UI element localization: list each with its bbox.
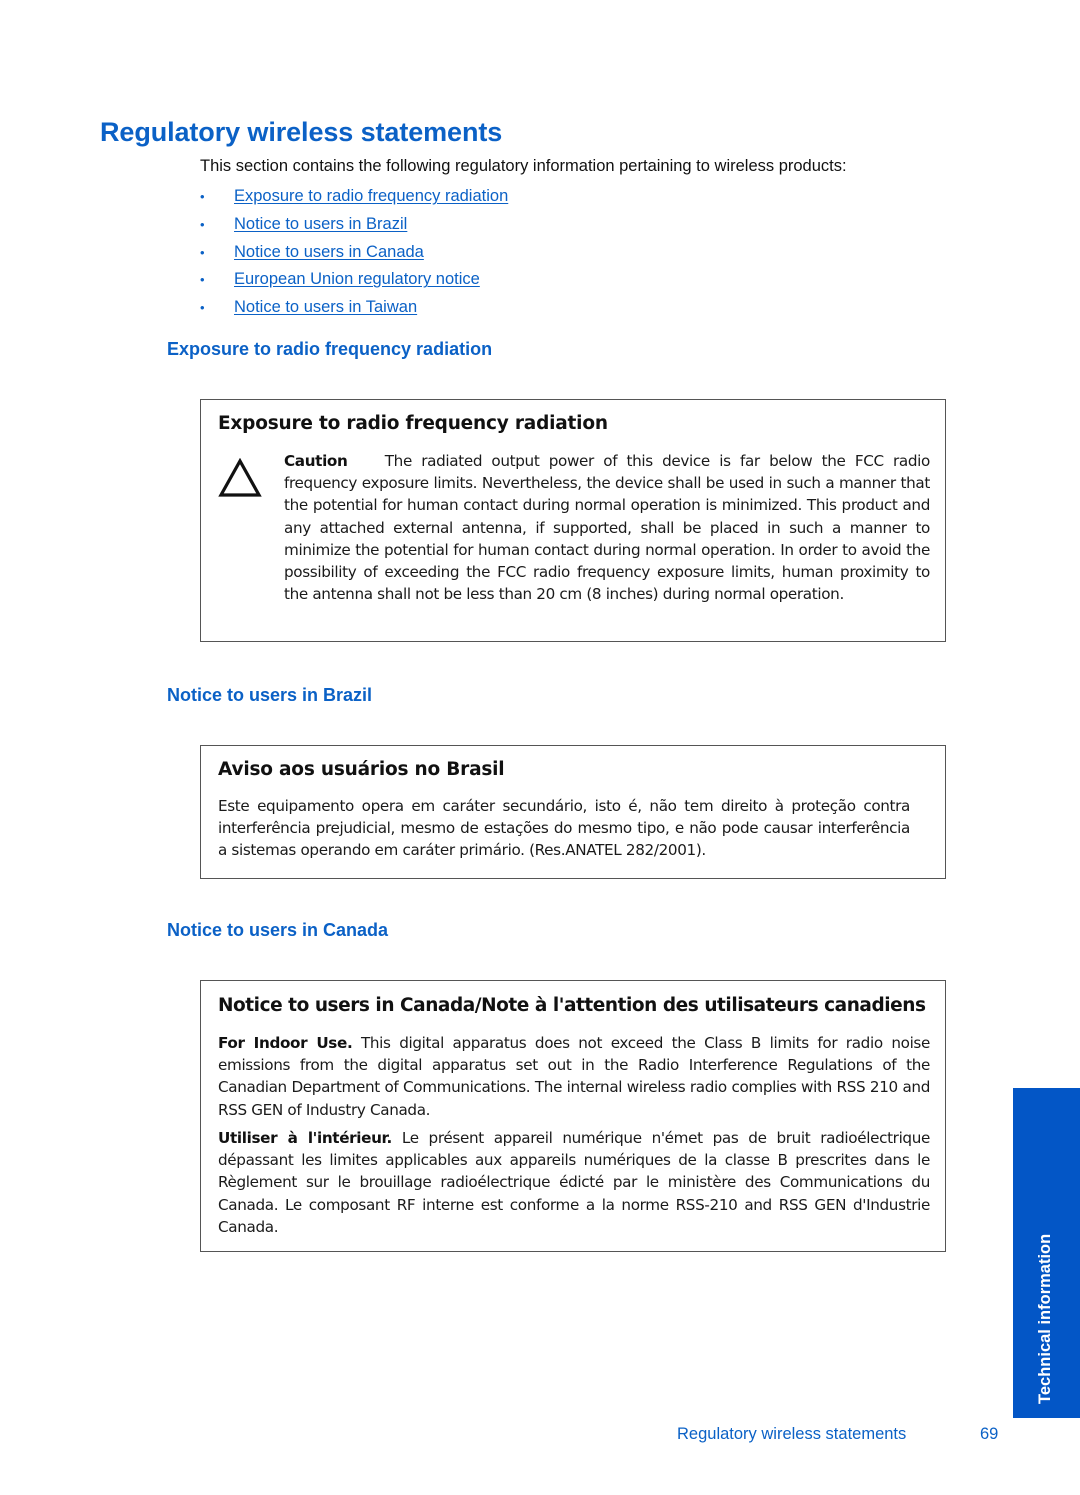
canada-notice-box: Notice to users in Canada/Note à l'atten… — [200, 980, 946, 1252]
toc-item: • Notice to users in Taiwan — [200, 294, 508, 322]
toc-item: • Exposure to radio frequency radiation — [200, 183, 508, 211]
caution-triangle-icon — [218, 458, 262, 497]
toc-item: • Notice to users in Brazil — [200, 211, 508, 239]
side-tab-label: Technical information — [1035, 1233, 1054, 1404]
toc-item: • Notice to users in Canada — [200, 238, 508, 266]
canada-french-paragraph: Utiliser à l'intérieur. Le présent appar… — [218, 1127, 930, 1238]
canada-box-title: Notice to users in Canada/Note à l'atten… — [218, 995, 926, 1016]
section-toc: • Exposure to radio frequency radiation •… — [200, 183, 508, 321]
page-title: Regulatory wireless statements — [100, 117, 503, 147]
footer-section-title: Regulatory wireless statements — [677, 1425, 907, 1443]
caution-label: Caution — [284, 452, 348, 470]
bullet-icon: • — [200, 272, 205, 288]
brazil-notice-text: Este equipamento opera em caráter secund… — [218, 797, 910, 860]
exposure-box-title: Exposure to radio frequency radiation — [218, 413, 608, 434]
brazil-notice-box: Aviso aos usuários no Brasil Este equipa… — [200, 745, 946, 879]
exposure-caution-paragraph: Caution The radiated output power of thi… — [284, 450, 930, 605]
toc-link-taiwan[interactable]: Notice to users in Taiwan — [234, 298, 417, 317]
brazil-box-title: Aviso aos usuários no Brasil — [218, 759, 505, 780]
bullet-icon: • — [200, 300, 205, 316]
section-heading-exposure: Exposure to radio frequency radiation — [167, 339, 493, 359]
section-heading-canada: Notice to users in Canada — [167, 920, 389, 940]
toc-link-brazil[interactable]: Notice to users in Brazil — [234, 215, 407, 234]
chapter-side-tab: Technical information — [1013, 1088, 1080, 1418]
exposure-notice-box: Exposure to radio frequency radiation Ca… — [200, 399, 946, 642]
section-heading-brazil: Notice to users in Brazil — [167, 685, 373, 705]
canada-english-paragraph: For Indoor Use. This digital apparatus d… — [218, 1032, 930, 1121]
intro-text: This section contains the following regu… — [200, 157, 847, 175]
bullet-icon: • — [200, 189, 205, 205]
toc-link-canada[interactable]: Notice to users in Canada — [234, 243, 424, 262]
indoor-use-label: For Indoor Use. — [218, 1034, 353, 1052]
bullet-icon: • — [200, 244, 205, 260]
toc-item: • European Union regulatory notice — [200, 266, 508, 294]
utiliser-interieur-label: Utiliser à l'intérieur. — [218, 1129, 392, 1147]
toc-link-eu[interactable]: European Union regulatory notice — [234, 270, 480, 289]
page-number: 69 — [980, 1425, 999, 1443]
toc-link-exposure[interactable]: Exposure to radio frequency radiation — [234, 187, 508, 206]
bullet-icon: • — [200, 217, 205, 233]
caution-text: The radiated output power of this device… — [284, 452, 930, 604]
